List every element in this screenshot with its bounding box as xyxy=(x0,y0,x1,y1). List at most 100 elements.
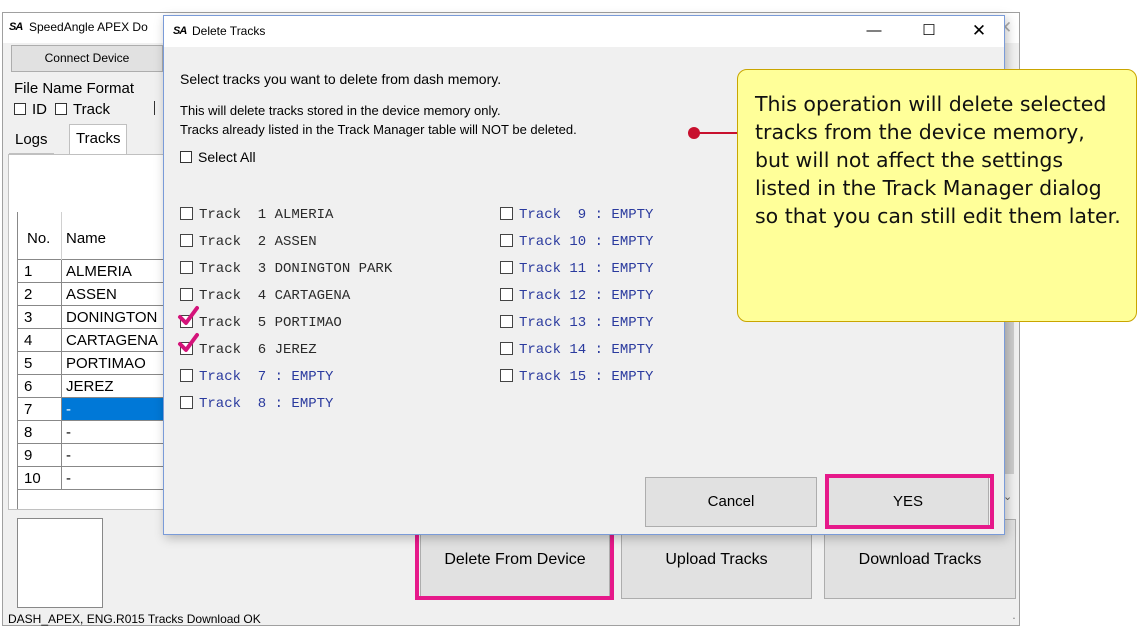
option-track-checkbox[interactable]: Track xyxy=(55,101,110,118)
cell-no: 7 xyxy=(24,401,33,418)
track-label: Track 4 CARTAGENA xyxy=(199,288,351,304)
track-checkbox[interactable]: Track 6 JEREZ xyxy=(180,342,317,358)
table-header: No. Name xyxy=(18,212,167,260)
table-row[interactable]: 5 PORTIMAO xyxy=(18,352,167,375)
dialog-logo-icon: SA xyxy=(173,25,187,37)
app-logo-icon: SA xyxy=(9,21,23,33)
track-label: Track 1 ALMERIA xyxy=(199,207,334,223)
selection-highlight xyxy=(62,398,167,420)
checkbox-box[interactable] xyxy=(14,103,26,115)
checkbox-box[interactable] xyxy=(180,234,193,247)
option-third-checkbox[interactable] xyxy=(154,101,162,115)
cell-no: 4 xyxy=(24,332,33,349)
select-all-checkbox[interactable]: Select All xyxy=(180,149,256,165)
track-table[interactable]: No. Name 1 ALMERIA 2 ASSEN 3 DONINGTON 4 CARTAG… xyxy=(17,212,167,509)
dialog-note-line2: Tracks already listed in the Track Manag… xyxy=(180,122,577,137)
cell-no: 10 xyxy=(24,470,41,487)
checkbox-box[interactable] xyxy=(500,261,513,274)
checkbox-box[interactable] xyxy=(180,288,193,301)
cancel-button[interactable]: Cancel xyxy=(645,477,817,527)
table-row[interactable]: 10 - xyxy=(18,467,167,490)
cell-no: 2 xyxy=(24,286,33,303)
maximize-icon[interactable]: ☐ xyxy=(909,20,949,44)
minimize-icon[interactable]: — xyxy=(854,20,894,44)
checkbox-box[interactable] xyxy=(500,234,513,247)
checkbox-box[interactable] xyxy=(180,369,193,382)
track-checkbox[interactable]: Track 14 : EMPTY xyxy=(500,342,653,358)
callout-note: This operation will delete selected trac… xyxy=(737,69,1137,322)
option-id-label: ID xyxy=(32,101,47,118)
table-row[interactable]: 1 ALMERIA xyxy=(18,260,167,283)
cell-no: 1 xyxy=(24,263,33,280)
track-label: Track 6 JEREZ xyxy=(199,342,317,358)
cell-no: 9 xyxy=(24,447,33,464)
column-header-no[interactable]: No. xyxy=(27,230,50,247)
cell-no: 6 xyxy=(24,378,33,395)
track-checkbox[interactable]: Track 3 DONINGTON PARK xyxy=(180,261,392,277)
cell-separator xyxy=(61,283,62,306)
dialog-note-line1: This will delete tracks stored in the de… xyxy=(180,103,501,118)
option-track-label: Track xyxy=(73,101,110,118)
tab-tracks[interactable]: Tracks xyxy=(69,124,128,155)
option-id-checkbox[interactable]: ID xyxy=(14,101,47,118)
close-icon[interactable]: ✕ xyxy=(959,20,999,44)
checkbox-box[interactable] xyxy=(500,369,513,382)
table-row[interactable]: 4 CARTAGENA xyxy=(18,329,167,352)
track-checkbox[interactable]: Track 1 ALMERIA xyxy=(180,207,333,223)
track-label: Track 11 : EMPTY xyxy=(519,261,654,277)
checkbox-box[interactable] xyxy=(180,396,193,409)
cell-name: ASSEN xyxy=(66,286,117,303)
table-row[interactable]: 2 ASSEN xyxy=(18,283,167,306)
track-label: Track 3 DONINGTON PARK xyxy=(199,261,393,277)
track-label: Track 14 : EMPTY xyxy=(519,342,654,358)
main-window-title: SpeedAngle APEX Do xyxy=(29,20,148,34)
cell-separator xyxy=(61,467,62,490)
checkbox-box[interactable] xyxy=(500,342,513,355)
track-checkbox[interactable]: Track 11 : EMPTY xyxy=(500,261,653,277)
track-checkbox[interactable]: Track 7 : EMPTY xyxy=(180,369,333,385)
track-label: Track 7 : EMPTY xyxy=(199,369,334,385)
status-bar-text: DASH_APEX, ENG.R015 Tracks Download OK xyxy=(8,612,261,626)
track-label: Track 2 ASSEN xyxy=(199,234,317,250)
table-row[interactable]: 6 JEREZ xyxy=(18,375,167,398)
table-row[interactable]: 7- xyxy=(18,398,167,421)
resize-grip-icon[interactable]: ⠂ xyxy=(1012,614,1019,625)
column-header-name[interactable]: Name xyxy=(66,230,106,247)
checkbox-box[interactable] xyxy=(180,151,192,163)
preview-box xyxy=(17,518,103,608)
track-checkbox[interactable]: Track 13 : EMPTY xyxy=(500,315,653,331)
select-all-label: Select All xyxy=(198,149,256,165)
track-label: Track 9 : EMPTY xyxy=(519,207,654,223)
connect-device-button[interactable]: Connect Device xyxy=(11,45,163,72)
table-row[interactable]: 3 DONINGTON xyxy=(18,306,167,329)
cell-separator xyxy=(61,329,62,352)
checkbox-box[interactable] xyxy=(500,288,513,301)
cell-separator xyxy=(61,398,62,421)
track-checkbox[interactable]: Track 12 : EMPTY xyxy=(500,288,653,304)
checkbox-box[interactable] xyxy=(180,207,193,220)
track-checkbox[interactable]: Track 9 : EMPTY xyxy=(500,207,653,223)
dialog-titlebar[interactable]: SA Delete Tracks — ☐ ✕ xyxy=(164,16,1004,47)
track-checkbox[interactable]: Track 5 PORTIMAO xyxy=(180,315,342,331)
cell-name: - xyxy=(66,401,71,418)
column-divider[interactable] xyxy=(61,212,62,260)
track-checkbox[interactable]: Track 10 : EMPTY xyxy=(500,234,653,250)
track-checkbox[interactable]: Track 15 : EMPTY xyxy=(500,369,653,385)
track-checkbox[interactable]: Track 2 ASSEN xyxy=(180,234,317,250)
table-row[interactable]: 9- xyxy=(18,444,167,467)
checkmark-icon xyxy=(178,306,199,325)
checkbox-box[interactable] xyxy=(55,103,67,115)
track-checkbox[interactable]: Track 4 CARTAGENA xyxy=(180,288,350,304)
cell-name: JEREZ xyxy=(66,378,114,395)
cell-no: 8 xyxy=(24,424,33,441)
cell-separator xyxy=(61,375,62,398)
checkbox-box[interactable] xyxy=(500,207,513,220)
track-label: Track 5 PORTIMAO xyxy=(199,315,342,331)
checkbox-box[interactable] xyxy=(500,315,513,328)
tab-logs[interactable]: Logs xyxy=(9,126,54,154)
table-row[interactable]: 8- xyxy=(18,421,167,444)
checkbox-box[interactable] xyxy=(180,261,193,274)
cell-name: - xyxy=(66,447,71,464)
cell-name: CARTAGENA xyxy=(66,332,158,349)
track-checkbox[interactable]: Track 8 : EMPTY xyxy=(180,396,333,412)
